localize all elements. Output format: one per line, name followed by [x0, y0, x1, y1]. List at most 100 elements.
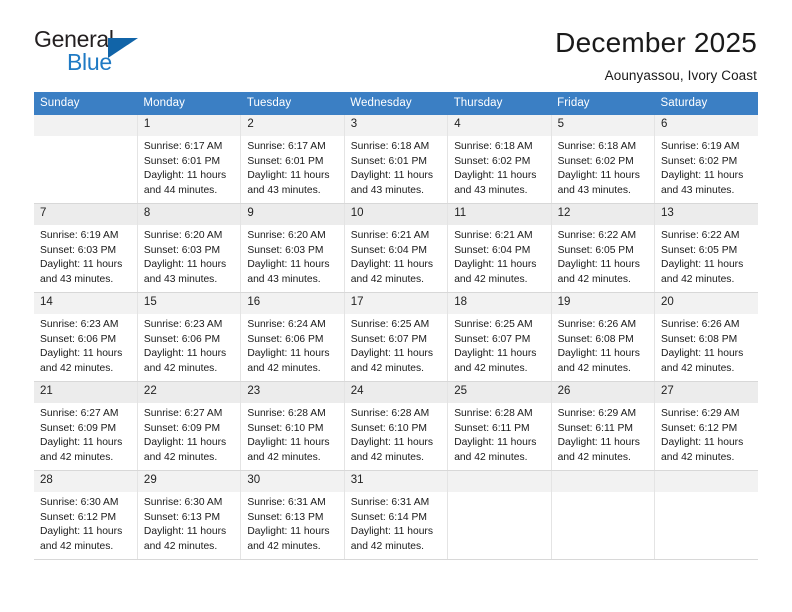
sunset-time: Sunset: 6:01 PM [143, 155, 221, 167]
calendar-day-cell[interactable]: 19 Sunrise: 6:26 AM Sunset: 6:08 PM Dayligh… [551, 292, 656, 382]
calendar-day-cell[interactable]: 23 Sunrise: 6:28 AM Sunset: 6:10 PM Dayligh… [240, 381, 345, 471]
day-number: 24 [344, 382, 448, 403]
daylight-duration-line2: and 42 minutes. [557, 273, 631, 285]
day-sun-info: Sunrise: 6:30 AM Sunset: 6:13 PM Daylight:… [138, 492, 240, 554]
calendar-day-cell[interactable]: 24 Sunrise: 6:28 AM Sunset: 6:10 PM Dayligh… [344, 381, 449, 471]
day-number: 21 [34, 382, 137, 403]
day-cell-inner: 31 Sunrise: 6:31 AM Sunset: 6:14 PM Dayligh… [344, 471, 448, 559]
calendar-day-cell[interactable]: 4 Sunrise: 6:18 AM Sunset: 6:02 PM Daylight… [447, 115, 552, 204]
sunset-time: Sunset: 6:07 PM [454, 333, 531, 345]
day-sun-info: Sunrise: 6:18 AM Sunset: 6:01 PM Daylight:… [345, 136, 447, 198]
calendar-day-cell[interactable]: 25 Sunrise: 6:28 AM Sunset: 6:11 PM Dayligh… [447, 381, 552, 471]
daylight-duration-line2: and 43 minutes. [454, 184, 528, 196]
sunset-time: Sunset: 6:01 PM [350, 155, 427, 167]
daylight-duration-line2: and 42 minutes. [247, 362, 321, 374]
calendar-day-cell-empty [551, 470, 656, 560]
daylight-duration-line2: and 42 minutes. [661, 273, 735, 285]
sunset-time: Sunset: 6:09 PM [40, 422, 117, 434]
daylight-duration-line1: Daylight: 11 hours [454, 348, 537, 360]
calendar-week-row: 28 Sunrise: 6:30 AM Sunset: 6:12 PM Dayligh… [34, 470, 758, 560]
sunrise-time: Sunrise: 6:20 AM [247, 230, 326, 241]
calendar-day-cell[interactable]: 15 Sunrise: 6:23 AM Sunset: 6:06 PM Dayligh… [137, 292, 242, 382]
daylight-duration-line1: Daylight: 11 hours [661, 437, 744, 449]
day-cell-inner: 2 Sunrise: 6:17 AM Sunset: 6:01 PM Daylight… [241, 115, 344, 203]
sunrise-time: Sunrise: 6:22 AM [557, 230, 637, 241]
daylight-duration-line1: Daylight: 11 hours [247, 526, 330, 538]
calendar-week-row: 1 Sunrise: 6:17 AM Sunset: 6:01 PM Daylight… [34, 115, 758, 204]
day-cell-inner: 30 Sunrise: 6:31 AM Sunset: 6:13 PM Dayligh… [241, 471, 344, 559]
day-sun-info: Sunrise: 6:17 AM Sunset: 6:01 PM Daylight:… [138, 136, 240, 198]
title-block: December 2025 Aounyassou, Ivory Coast [555, 27, 757, 83]
day-cell-inner: 25 Sunrise: 6:28 AM Sunset: 6:11 PM Dayligh… [448, 382, 551, 470]
daylight-duration-line2: and 42 minutes. [143, 451, 218, 463]
day-cell-inner: 24 Sunrise: 6:28 AM Sunset: 6:10 PM Dayligh… [344, 382, 448, 470]
day-cell-inner: 23 Sunrise: 6:28 AM Sunset: 6:10 PM Dayligh… [241, 382, 344, 470]
sunset-time: Sunset: 6:06 PM [247, 333, 324, 345]
day-sun-info: Sunrise: 6:25 AM Sunset: 6:07 PM Daylight:… [448, 314, 550, 376]
calendar-day-cell[interactable]: 16 Sunrise: 6:24 AM Sunset: 6:06 PM Dayligh… [240, 292, 345, 382]
sunset-time: Sunset: 6:13 PM [247, 511, 324, 523]
calendar-day-cell[interactable]: 29 Sunrise: 6:30 AM Sunset: 6:13 PM Dayligh… [137, 470, 242, 560]
day-cell-inner: 19 Sunrise: 6:26 AM Sunset: 6:08 PM Dayligh… [551, 293, 655, 381]
page-title: December 2025 [555, 27, 757, 58]
general-blue-logo[interactable]: General Blue [34, 28, 154, 78]
calendar-day-cell[interactable]: 2 Sunrise: 6:17 AM Sunset: 6:01 PM Daylight… [240, 115, 345, 204]
calendar-day-cell[interactable]: 3 Sunrise: 6:18 AM Sunset: 6:01 PM Daylight… [344, 115, 449, 204]
sunrise-time: Sunrise: 6:21 AM [350, 230, 430, 241]
calendar-day-cell[interactable]: 7 Sunrise: 6:19 AM Sunset: 6:03 PM Daylight… [34, 203, 138, 293]
calendar-day-cell[interactable]: 5 Sunrise: 6:18 AM Sunset: 6:02 PM Daylight… [551, 115, 656, 204]
calendar-day-cell[interactable]: 13 Sunrise: 6:22 AM Sunset: 6:05 PM Dayligh… [654, 203, 758, 293]
calendar-week-row: 14 Sunrise: 6:23 AM Sunset: 6:06 PM Dayligh… [34, 292, 758, 382]
sunrise-time: Sunrise: 6:28 AM [247, 408, 326, 419]
day-number: 22 [137, 382, 241, 403]
day-number: 18 [448, 293, 551, 314]
sunrise-time: Sunrise: 6:20 AM [143, 230, 223, 241]
calendar-day-cell[interactable]: 12 Sunrise: 6:22 AM Sunset: 6:05 PM Dayligh… [551, 203, 656, 293]
day-sun-info: Sunrise: 6:26 AM Sunset: 6:08 PM Daylight:… [552, 314, 654, 376]
day-sun-info: Sunrise: 6:18 AM Sunset: 6:02 PM Daylight:… [552, 136, 654, 198]
calendar-day-cell[interactable]: 8 Sunrise: 6:20 AM Sunset: 6:03 PM Daylight… [137, 203, 242, 293]
sunrise-time: Sunrise: 6:19 AM [40, 230, 119, 241]
calendar-day-cell[interactable]: 20 Sunrise: 6:26 AM Sunset: 6:08 PM Dayligh… [654, 292, 758, 382]
day-cell-inner: 20 Sunrise: 6:26 AM Sunset: 6:08 PM Dayligh… [655, 293, 758, 381]
calendar-day-cell[interactable]: 1 Sunrise: 6:17 AM Sunset: 6:01 PM Daylight… [137, 115, 242, 204]
calendar-day-cell[interactable]: 28 Sunrise: 6:30 AM Sunset: 6:12 PM Dayligh… [34, 470, 138, 560]
day-sun-info: Sunrise: 6:25 AM Sunset: 6:07 PM Daylight:… [345, 314, 447, 376]
calendar-day-cell[interactable]: 22 Sunrise: 6:27 AM Sunset: 6:09 PM Dayligh… [137, 381, 242, 471]
daylight-duration-line1: Daylight: 11 hours [661, 348, 744, 360]
calendar-day-cell[interactable]: 18 Sunrise: 6:25 AM Sunset: 6:07 PM Dayligh… [447, 292, 552, 382]
daylight-duration-line1: Daylight: 11 hours [350, 348, 433, 360]
sunrise-time: Sunrise: 6:26 AM [661, 319, 740, 330]
day-number: 14 [34, 293, 137, 314]
daylight-duration-line1: Daylight: 11 hours [247, 348, 330, 360]
calendar-day-cell[interactable]: 6 Sunrise: 6:19 AM Sunset: 6:02 PM Daylight… [654, 115, 758, 204]
calendar-day-cell[interactable]: 9 Sunrise: 6:20 AM Sunset: 6:03 PM Daylight… [240, 203, 345, 293]
sunrise-time: Sunrise: 6:29 AM [661, 408, 740, 419]
day-sun-info: Sunrise: 6:30 AM Sunset: 6:12 PM Daylight:… [34, 492, 137, 554]
calendar-day-cell-empty [654, 470, 758, 560]
calendar-day-cell[interactable]: 10 Sunrise: 6:21 AM Sunset: 6:04 PM Dayligh… [344, 203, 449, 293]
sunrise-time: Sunrise: 6:18 AM [350, 141, 430, 152]
daylight-duration-line1: Daylight: 11 hours [40, 259, 123, 271]
sunset-time: Sunset: 6:10 PM [247, 422, 324, 434]
sunset-time: Sunset: 6:01 PM [247, 155, 324, 167]
calendar-day-cell[interactable]: 21 Sunrise: 6:27 AM Sunset: 6:09 PM Dayligh… [34, 381, 138, 471]
calendar-day-cell[interactable]: 27 Sunrise: 6:29 AM Sunset: 6:12 PM Dayligh… [654, 381, 758, 471]
daylight-duration-line1: Daylight: 11 hours [350, 437, 433, 449]
calendar-day-cell[interactable]: 14 Sunrise: 6:23 AM Sunset: 6:06 PM Dayligh… [34, 292, 138, 382]
calendar-day-cell[interactable]: 11 Sunrise: 6:21 AM Sunset: 6:04 PM Dayligh… [447, 203, 552, 293]
daylight-duration-line1: Daylight: 11 hours [143, 259, 227, 271]
sunset-time: Sunset: 6:14 PM [350, 511, 427, 523]
calendar-day-cell[interactable]: 17 Sunrise: 6:25 AM Sunset: 6:07 PM Dayligh… [344, 292, 449, 382]
daylight-duration-line2: and 42 minutes. [247, 540, 321, 552]
calendar-table: Sunday Monday Tuesday Wednesday Thursday Frid… [34, 92, 758, 560]
day-cell-inner: 15 Sunrise: 6:23 AM Sunset: 6:06 PM Dayligh… [137, 293, 241, 381]
calendar-day-cell[interactable]: 30 Sunrise: 6:31 AM Sunset: 6:13 PM Dayligh… [240, 470, 345, 560]
calendar-day-cell[interactable]: 26 Sunrise: 6:29 AM Sunset: 6:11 PM Dayligh… [551, 381, 656, 471]
day-number: 28 [34, 471, 137, 492]
page-header: General Blue December 2025 Aounyassou, I… [0, 0, 792, 83]
day-cell-inner: 17 Sunrise: 6:25 AM Sunset: 6:07 PM Dayligh… [344, 293, 448, 381]
calendar-day-cell-empty [447, 470, 552, 560]
daylight-duration-line1: Daylight: 11 hours [557, 170, 640, 182]
calendar-day-cell[interactable]: 31 Sunrise: 6:31 AM Sunset: 6:14 PM Dayligh… [344, 470, 449, 560]
